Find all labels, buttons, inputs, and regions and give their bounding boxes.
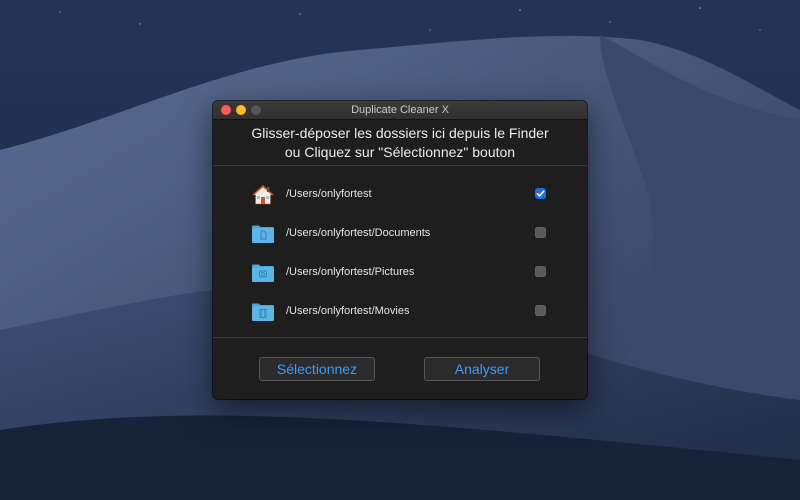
folder-row-documents: /Users/onlyfortest/Documents: [213, 222, 587, 252]
folder-checkbox[interactable]: [535, 266, 546, 277]
folder-path: /Users/onlyfortest/Movies: [286, 305, 410, 317]
button-bar: Sélectionnez Analyser: [213, 338, 587, 398]
checkmark-icon: [536, 190, 545, 197]
instruction-line-2: ou Cliquez sur "Sélectionnez" bouton: [284, 144, 516, 160]
title-bar[interactable]: Duplicate Cleaner X: [213, 101, 587, 120]
folder-path: /Users/onlyfortest: [286, 188, 372, 200]
folder-path: /Users/onlyfortest/Pictures: [286, 266, 415, 278]
app-window: Duplicate Cleaner X Glisser-déposer les …: [213, 101, 587, 399]
drop-instructions: Glisser-déposer les dossiers ici depuis …: [213, 120, 587, 166]
instruction-line-1: Glisser-déposer les dossiers ici depuis …: [251, 125, 549, 141]
folder-checkbox[interactable]: [535, 188, 546, 199]
select-button[interactable]: Sélectionnez: [259, 357, 375, 381]
folder-checkbox[interactable]: [535, 227, 546, 238]
home-folder-icon: [252, 185, 274, 205]
analyze-button[interactable]: Analyser: [424, 357, 540, 381]
folder-row-movies: /Users/onlyfortest/Movies: [213, 300, 587, 330]
folder-path: /Users/onlyfortest/Documents: [286, 227, 431, 239]
folder-list: /Users/onlyfortest /Users/onlyfortest/Do…: [213, 166, 587, 338]
folder-row-home: /Users/onlyfortest: [213, 183, 587, 213]
folder-checkbox[interactable]: [535, 305, 546, 316]
folder-row-pictures: /Users/onlyfortest/Pictures: [213, 261, 587, 291]
movies-folder-icon: [252, 303, 274, 321]
pictures-folder-icon: [252, 264, 274, 282]
window-title: Duplicate Cleaner X: [351, 104, 449, 116]
documents-folder-icon: [252, 225, 274, 243]
